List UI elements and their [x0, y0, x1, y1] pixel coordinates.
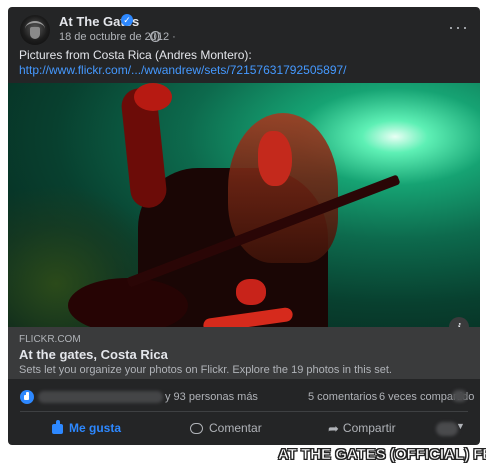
blurred-avatar [452, 390, 467, 402]
comment-button[interactable]: Comentar [190, 413, 262, 445]
share-icon: ➦ [328, 420, 339, 436]
musician-fret-hand [236, 279, 266, 305]
post-photo[interactable] [8, 83, 480, 327]
post-link[interactable]: http://www.flickr.com/.../wwandrew/sets/… [19, 63, 347, 77]
watermark: AT THE GATES (OFFICIAL) FB [278, 446, 486, 464]
like-button[interactable]: Me gusta [52, 413, 121, 445]
musician-hand [134, 83, 172, 111]
link-preview[interactable]: FLICKR.COM At the gates, Costa Rica Sets… [8, 327, 480, 379]
post-header: At The Gates ✓ 18 de octubre de 2012 · ·… [8, 7, 480, 47]
post-text: Pictures from Costa Rica (Andres Montero… [19, 48, 252, 62]
audience-selector[interactable] [436, 422, 458, 436]
preview-title[interactable]: At the gates, Costa Rica [19, 347, 168, 362]
musician-face [258, 131, 292, 186]
action-bar: Me gusta Comentar ➦ Compartir ▼ [8, 413, 480, 445]
globe-icon [150, 31, 161, 42]
verified-icon: ✓ [121, 14, 133, 26]
post-stats: y 93 personas más 5 comentarios 6 veces … [8, 387, 480, 407]
share-label: Compartir [342, 421, 396, 435]
preview-domain: FLICKR.COM [19, 334, 81, 345]
comment-label: Comentar [209, 421, 262, 435]
like-reaction-icon[interactable] [20, 390, 34, 404]
preview-description: Sets let you organize your photos on Fli… [19, 364, 392, 376]
more-options-icon[interactable]: ··· [448, 17, 469, 38]
post-card: At The Gates ✓ 18 de octubre de 2012 · ·… [8, 7, 480, 445]
chevron-down-icon[interactable]: ▼ [456, 421, 465, 431]
share-button[interactable]: ➦ Compartir [328, 413, 396, 445]
likers-count[interactable]: y 93 personas más [165, 391, 258, 403]
thumbs-up-icon [52, 419, 63, 434]
page-avatar[interactable] [20, 15, 50, 45]
blurred-liker-names [38, 391, 163, 403]
divider [20, 411, 468, 412]
comment-icon [190, 423, 203, 435]
comments-count[interactable]: 5 comentarios [308, 391, 377, 403]
like-label: Me gusta [69, 421, 122, 435]
